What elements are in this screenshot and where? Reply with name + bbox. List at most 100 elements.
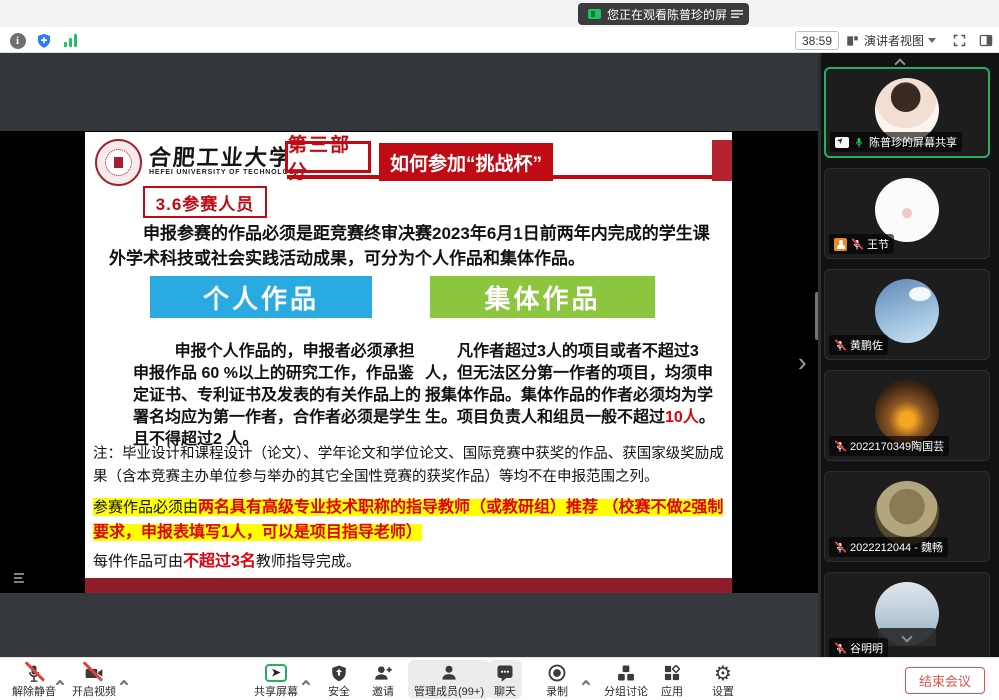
manage-members-button[interactable]: 管理成员(99+)	[408, 660, 490, 699]
end-meeting-label: 结束会议	[919, 671, 971, 690]
share-options-chevron[interactable]	[303, 674, 309, 692]
breakout-rooms-button[interactable]: 分组讨论	[598, 660, 654, 699]
personal-works-body: 申报个人作品的，申报者必须承担申报作品 60 %以上的研究工作，作品鉴定证书、专…	[133, 341, 425, 451]
team-works-body: 凡作者超过3人的项目或者不超过3人，但无法区分第一作者的项目，均须申报集体作品。…	[425, 341, 727, 429]
annotation-list-icon[interactable]	[8, 571, 28, 587]
meeting-window: 您正在观看陈普珍的屏幕 i 38:59 演讲者视图	[0, 0, 999, 700]
participant-name-bar: 黄鹏佐	[829, 335, 888, 355]
presentation-slide: 合肥工业大学 HEFEI UNIVERSITY OF TECHNOLOGY 第三…	[85, 132, 732, 593]
security-shield-button[interactable]	[34, 31, 53, 50]
participant-name-bar: 2022170349陶国芸	[829, 436, 949, 456]
control-label: 安全	[328, 686, 350, 698]
shared-app-bottom-band	[0, 593, 818, 657]
timer-value: 38:59	[802, 34, 832, 48]
apps-button[interactable]: 应用	[655, 660, 689, 699]
meeting-timer: 38:59	[795, 31, 839, 50]
next-slide-chevron[interactable]: ›	[798, 349, 807, 375]
chat-bubble-icon	[495, 662, 515, 683]
chat-button[interactable]: 聊天	[488, 660, 522, 699]
panel-toggle-icon	[978, 33, 994, 48]
record-icon	[547, 662, 567, 683]
os-top-bar: 您正在观看陈普珍的屏幕	[0, 0, 999, 27]
members-icon	[439, 662, 459, 683]
mic-muted-icon	[24, 662, 44, 683]
control-label: 邀请	[372, 686, 394, 698]
side-panel-toggle-button[interactable]	[976, 31, 995, 50]
pill-menu-button[interactable]	[727, 3, 747, 25]
info-icon: i	[10, 33, 26, 49]
shield-blue-icon	[36, 32, 52, 49]
control-label: 解除静音	[12, 686, 56, 698]
control-label: 应用	[661, 686, 683, 698]
participants-video-strip: 陈普珍的屏幕共享 王节 黄鹏佐	[818, 53, 999, 657]
team-works-header: 集体作品	[430, 276, 655, 318]
shared-app-titlebar-band	[0, 53, 818, 131]
mic-muted-icon	[834, 541, 846, 554]
view-mode-label: 演讲者视图	[864, 32, 924, 49]
fullscreen-button[interactable]	[950, 31, 969, 50]
share-screen-button[interactable]: ➤ 共享屏幕	[248, 660, 304, 699]
screen-share-badge-icon	[835, 137, 849, 148]
unmute-button[interactable]: 解除静音	[6, 660, 62, 699]
participant-name-bar: 王节	[829, 234, 894, 254]
university-name-en: HEFEI UNIVERSITY OF TECHNOLOGY	[149, 169, 300, 176]
video-tile[interactable]: 黄鹏佐	[824, 269, 990, 360]
participant-name: 2022212044 - 魏畅	[850, 539, 943, 555]
participant-name: 谷明明	[850, 640, 883, 656]
record-button[interactable]: 录制	[540, 660, 574, 699]
slide-note: 注：毕业设计和课程设计（论文）、学年论文和学位论文、国际竞赛中获奖的作品、获国家…	[93, 443, 729, 489]
control-label: 分组讨论	[604, 686, 648, 698]
video-tile[interactable]: 王节	[824, 168, 990, 259]
meeting-info-button[interactable]: i	[8, 31, 27, 50]
video-tile[interactable]: 2022170349陶国芸	[824, 370, 990, 461]
chevron-up-icon	[302, 680, 310, 688]
header-red-endcap	[712, 140, 732, 181]
invite-button[interactable]: 邀请	[366, 660, 400, 699]
avatar	[875, 178, 939, 242]
slide-footer-bar	[85, 578, 732, 593]
record-options-chevron[interactable]	[583, 674, 589, 692]
video-tile[interactable]: 谷明明	[824, 572, 990, 657]
slide-intro-paragraph: 申报参赛的作品必须是距竞赛终审决赛2023年6月1日前两年内完成的学生课外学术科…	[109, 222, 725, 271]
hamburger-icon	[731, 9, 743, 19]
meeting-toolbar: i 38:59 演讲者视图	[0, 27, 999, 53]
participant-name-bar: 2022212044 - 魏畅	[829, 537, 948, 557]
team-body-post: 。	[699, 409, 715, 426]
signal-bars-icon	[64, 34, 77, 47]
settings-button[interactable]: ⚙ 设置	[706, 660, 740, 699]
highlight-pre: 参赛作品必须由	[93, 498, 198, 516]
shared-screen-area: 合肥工业大学 HEFEI UNIVERSITY OF TECHNOLOGY 第三…	[0, 53, 818, 657]
camera-off-icon	[82, 662, 106, 683]
mic-muted-icon	[851, 238, 863, 251]
view-mode-selector[interactable]: 演讲者视图	[845, 30, 936, 51]
meeting-control-bar: 解除静音 开启视频 ➤ 共享屏幕 安全 邀请	[0, 657, 999, 700]
highlighted-paragraph: 参赛作品必须由两名具有高级专业技术职称的指导教师（或教研组）推荐 （校赛不做2强…	[93, 496, 732, 546]
video-options-chevron[interactable]	[121, 674, 127, 692]
security-button[interactable]: 安全	[322, 660, 356, 699]
slide-section-label: 3.6参赛人员	[143, 186, 267, 218]
network-signal-button[interactable]	[61, 31, 80, 50]
video-tile[interactable]: 2022212044 - 魏畅	[824, 471, 990, 562]
participant-name: 黄鹏佐	[850, 337, 883, 353]
mic-muted-icon	[834, 642, 846, 655]
mic-on-icon	[853, 136, 865, 149]
control-label: 共享屏幕	[254, 686, 298, 698]
tail-paragraph: 每件作品可由不超过3名教师指导完成。	[93, 547, 361, 571]
invite-person-icon	[372, 662, 394, 683]
start-video-button[interactable]: 开启视频	[66, 660, 122, 699]
tail-post: 教师指导完成。	[256, 552, 361, 570]
control-label: 开启视频	[72, 686, 116, 698]
end-meeting-button[interactable]: 结束会议	[905, 667, 985, 694]
video-tile-sharer[interactable]: 陈普珍的屏幕共享	[824, 67, 990, 158]
audio-options-chevron[interactable]	[57, 674, 63, 692]
avatar	[875, 481, 939, 545]
member-badge-icon	[834, 238, 847, 251]
slide-title: 如何参加“挑战杯”	[379, 143, 553, 181]
control-label: 管理成员(99+)	[414, 686, 484, 698]
chevron-up-icon	[120, 680, 128, 688]
university-name-cn: 合肥工业大学	[148, 140, 294, 172]
chevron-down-icon	[901, 631, 912, 642]
chevron-up-icon	[56, 680, 64, 688]
security-shield-icon	[330, 662, 348, 683]
tail-pre: 每件作品可由	[93, 552, 183, 570]
